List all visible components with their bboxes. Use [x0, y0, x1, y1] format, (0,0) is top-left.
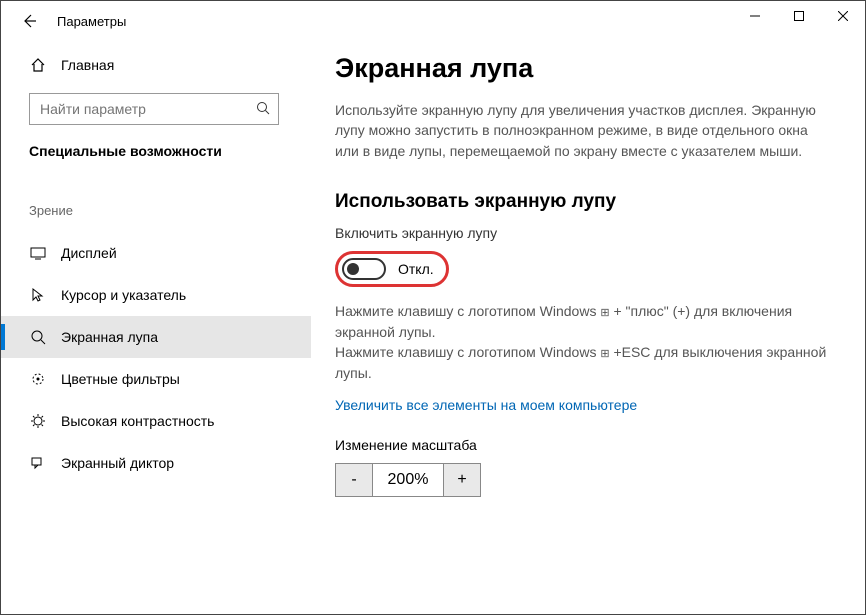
toggle-state-label: Откл.	[398, 261, 434, 277]
minimize-button[interactable]	[733, 1, 777, 31]
sidebar-item-narrator[interactable]: Экранный диктор	[1, 442, 311, 484]
page-heading: Экранная лупа	[335, 53, 829, 84]
sidebar-item-contrast[interactable]: Высокая контрастность	[1, 400, 311, 442]
magnifier-icon	[29, 328, 47, 346]
sidebar-item-cursor[interactable]: Курсор и указатель	[1, 274, 311, 316]
sidebar-item-label: Цветные фильтры	[61, 371, 180, 387]
sidebar-item-label: Экранный диктор	[61, 455, 174, 471]
home-label: Главная	[61, 57, 114, 73]
zoom-minus-button[interactable]: -	[335, 463, 373, 497]
page-description: Используйте экранную лупу для увеличения…	[335, 100, 829, 161]
magnifier-toggle-highlight: Откл.	[335, 251, 449, 287]
home-button[interactable]: Главная	[29, 47, 311, 83]
sidebar-item-label: Экранная лупа	[61, 329, 158, 345]
subheader-label: Зрение	[29, 203, 311, 218]
magnifier-toggle[interactable]	[342, 258, 386, 280]
sidebar-item-magnifier[interactable]: Экранная лупа	[1, 316, 311, 358]
display-icon	[29, 244, 47, 262]
search-icon	[256, 101, 270, 118]
home-icon	[29, 56, 47, 74]
hint-enable: Нажмите клавишу с логотипом Windows ⊞ + …	[335, 301, 829, 383]
enlarge-all-link[interactable]: Увеличить все элементы на моем компьютер…	[335, 397, 637, 413]
search-field[interactable]	[38, 100, 256, 118]
search-input[interactable]	[29, 93, 279, 125]
sidebar-item-label: Высокая контрастность	[61, 413, 214, 429]
back-button[interactable]	[13, 5, 45, 37]
color-filters-icon	[29, 370, 47, 388]
zoom-label: Изменение масштаба	[335, 437, 829, 453]
toggle-label: Включить экранную лупу	[335, 225, 829, 241]
zoom-value: 200%	[373, 463, 443, 497]
section-heading: Использовать экранную лупу	[335, 191, 829, 213]
sidebar-item-label: Курсор и указатель	[61, 287, 186, 303]
narrator-icon	[29, 454, 47, 472]
windows-logo-icon: ⊞	[600, 347, 609, 363]
cursor-icon	[29, 286, 47, 304]
zoom-plus-button[interactable]: +	[443, 463, 481, 497]
sidebar-item-label: Дисплей	[61, 245, 117, 261]
contrast-icon	[29, 412, 47, 430]
toggle-knob	[347, 263, 359, 275]
maximize-button[interactable]	[777, 1, 821, 31]
sidebar-item-display[interactable]: Дисплей	[1, 232, 311, 274]
sidebar-item-colorfilters[interactable]: Цветные фильтры	[1, 358, 311, 400]
category-label: Специальные возможности	[29, 143, 311, 159]
window-title: Параметры	[57, 14, 126, 29]
windows-logo-icon: ⊞	[600, 306, 609, 322]
close-button[interactable]	[821, 1, 865, 31]
